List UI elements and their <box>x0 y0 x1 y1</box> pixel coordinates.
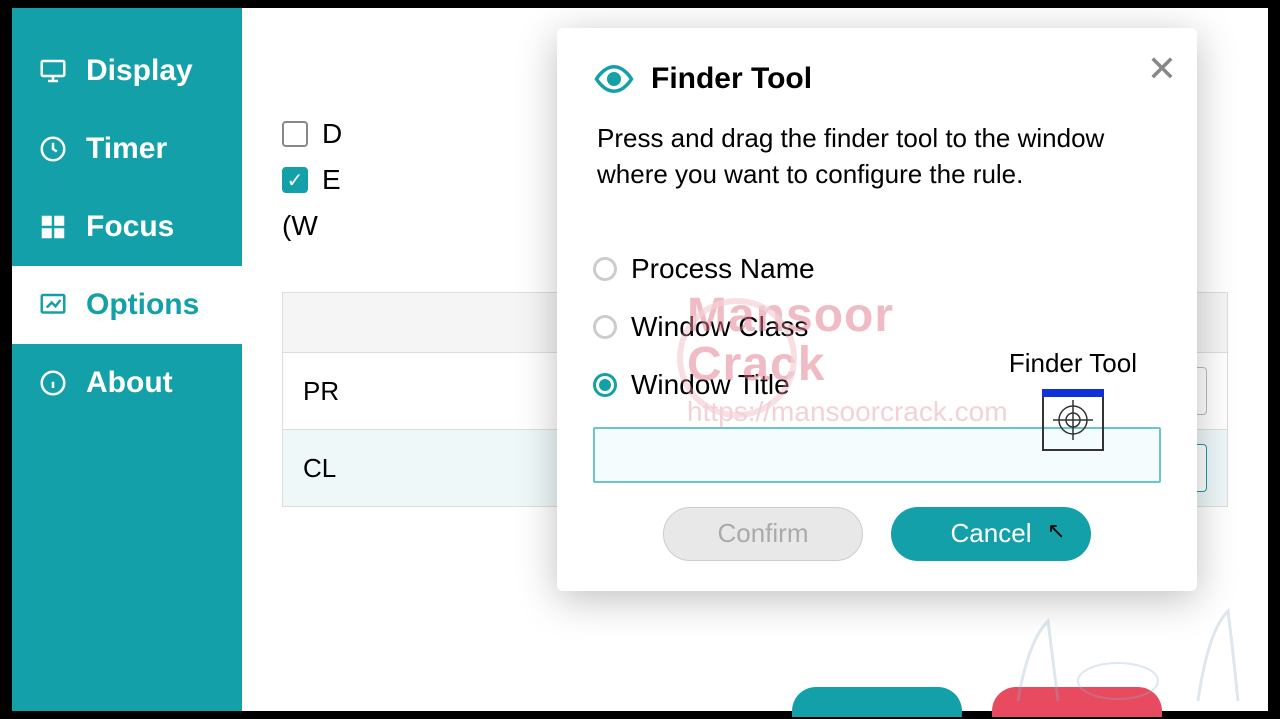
radio-window-class[interactable]: Window Class <box>593 311 1161 343</box>
finder-tool-widget: Finder Tool <box>1009 348 1137 451</box>
finder-crosshair-icon[interactable] <box>1042 389 1104 451</box>
main-content: Rules D ✓ E (W e will be triggered.) Mod… <box>242 8 1268 711</box>
finder-tool-label: Finder Tool <box>1009 348 1137 379</box>
cancel-button[interactable]: Cancel <box>891 507 1091 561</box>
radio-unselected-icon <box>593 257 617 281</box>
info-icon <box>38 368 68 398</box>
sidebar-item-label: About <box>86 366 173 400</box>
sidebar-item-label: Options <box>86 288 199 322</box>
grid-icon <box>38 212 68 242</box>
modal-overlay: ✕ Finder Tool Press and drag the finder … <box>242 8 1268 711</box>
monitor-icon <box>38 56 68 86</box>
confirm-button[interactable]: Confirm <box>663 507 863 561</box>
finder-tool-dialog: ✕ Finder Tool Press and drag the finder … <box>557 28 1197 591</box>
dialog-description: Press and drag the finder tool to the wi… <box>593 120 1161 193</box>
sidebar-item-timer[interactable]: Timer <box>12 110 242 188</box>
sidebar-item-label: Display <box>86 54 193 88</box>
radio-label: Window Title <box>631 369 790 401</box>
radio-process-name[interactable]: Process Name <box>593 253 1161 285</box>
radio-label: Window Class <box>631 311 808 343</box>
sidebar-item-about[interactable]: About <box>12 344 242 422</box>
options-icon <box>38 290 68 320</box>
sidebar-item-label: Timer <box>86 132 167 166</box>
close-button[interactable]: ✕ <box>1147 48 1177 90</box>
sidebar-item-options[interactable]: Options <box>12 266 242 344</box>
app-window: Display Timer Focus Options About <box>12 0 1268 719</box>
radio-unselected-icon <box>593 315 617 339</box>
eye-icon <box>593 58 635 100</box>
dialog-title: Finder Tool <box>651 62 812 96</box>
sidebar-item-label: Focus <box>86 210 174 244</box>
radio-label: Process Name <box>631 253 815 285</box>
radio-selected-icon <box>593 373 617 397</box>
clock-icon <box>38 134 68 164</box>
sidebar-item-display[interactable]: Display <box>12 32 242 110</box>
close-icon: ✕ <box>1147 48 1177 89</box>
sidebar: Display Timer Focus Options About <box>12 8 242 711</box>
sidebar-item-focus[interactable]: Focus <box>12 188 242 266</box>
